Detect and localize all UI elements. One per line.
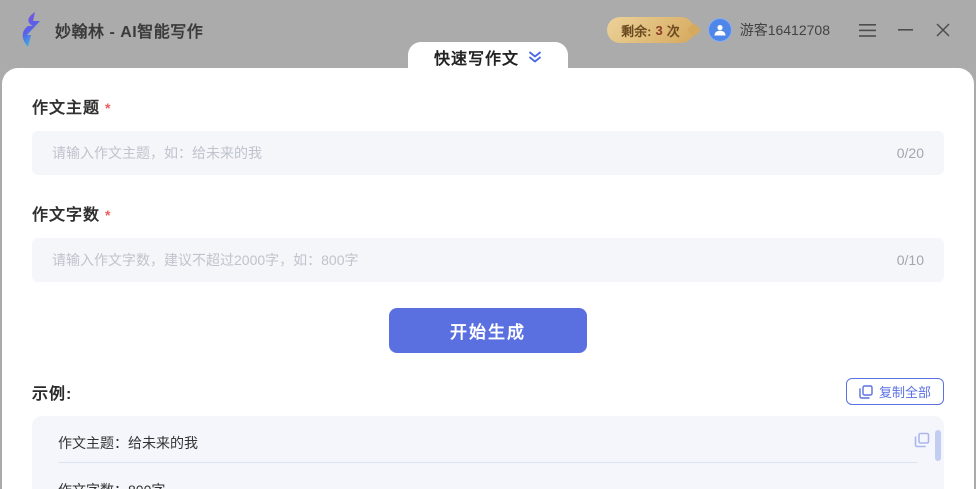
word-count-char-counter: 0/10 [896, 252, 924, 268]
menu-button[interactable] [852, 15, 882, 45]
username-label[interactable]: 游客16412708 [740, 20, 830, 40]
word-count-label: 作文字数 [32, 207, 101, 224]
badge-pointer [686, 22, 701, 38]
word-count-input[interactable] [52, 252, 883, 268]
close-button[interactable] [928, 15, 958, 45]
generate-button[interactable]: 开始生成 [389, 308, 587, 353]
word-count-field-label: 作文字数 * [32, 201, 944, 225]
badge-count: 3 [655, 22, 663, 38]
topic-required-mark: * [105, 100, 111, 116]
example-row-topic: 作文主题：给未来的我 [58, 416, 930, 463]
example-panel: 作文主题：给未来的我 作文字数：800字 [32, 416, 944, 489]
tab-quick-essay[interactable]: 快速写作文 [407, 42, 569, 72]
topic-field-label: 作文主题 * [32, 94, 944, 118]
copy-icon [859, 384, 873, 399]
example-header: 示例: 复制全部 [32, 378, 944, 405]
copy-all-button[interactable]: 复制全部 [845, 378, 944, 405]
topic-input[interactable] [52, 145, 883, 161]
minimize-icon [897, 29, 913, 31]
main-panel: 作文主题 * 0/20 作文字数 * 0/10 开始生成 示例: 复制全部 作文… [2, 68, 974, 489]
example-title: 示例: [32, 385, 73, 403]
tab-label: 快速写作文 [433, 51, 520, 68]
topic-char-counter: 0/20 [896, 145, 924, 161]
app-logo-icon [22, 12, 40, 47]
chevron-double-down-icon[interactable] [528, 50, 542, 64]
minimize-button[interactable] [890, 15, 920, 45]
user-avatar[interactable] [707, 18, 732, 42]
example-row-text: 作文主题：给未来的我 [58, 435, 198, 451]
badge-prefix: 剩余: [621, 23, 652, 39]
word-count-input-box: 0/10 [32, 238, 944, 282]
example-scrollbar[interactable] [935, 430, 941, 461]
remaining-uses-badge: 剩余: 3 次 [607, 17, 701, 43]
topic-label: 作文主题 [32, 100, 101, 117]
close-icon [936, 23, 950, 37]
copy-row-icon[interactable] [914, 432, 930, 448]
word-count-required-mark: * [105, 207, 111, 223]
badge-suffix: 次 [666, 23, 680, 39]
example-row-word-count: 作文字数：800字 [58, 463, 918, 489]
app-title: 妙翰林 - AI智能写作 [55, 24, 204, 41]
example-row-text: 作文字数：800字 [58, 482, 165, 489]
hamburger-menu-icon [858, 23, 876, 37]
app-brand: 妙翰林 - AI智能写作 [18, 11, 203, 49]
copy-all-label: 复制全部 [878, 385, 931, 400]
topic-input-box: 0/20 [32, 131, 944, 175]
user-avatar-icon [714, 25, 726, 36]
